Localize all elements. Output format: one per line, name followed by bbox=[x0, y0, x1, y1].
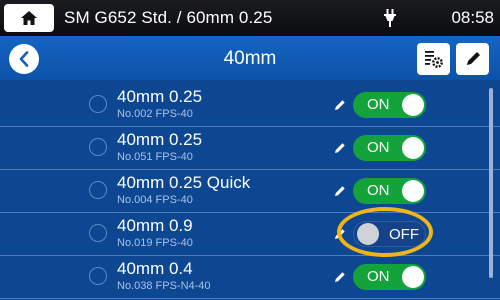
list-item[interactable]: 40mm 0.25 No.051 FPS-40 ON bbox=[0, 127, 500, 170]
edit-button[interactable] bbox=[456, 43, 489, 75]
toggle-knob bbox=[402, 266, 424, 288]
item-subtitle: No.019 FPS-40 bbox=[117, 237, 193, 249]
back-button[interactable] bbox=[9, 44, 39, 74]
item-subtitle: No.002 FPS-40 bbox=[117, 108, 193, 120]
toggle-knob bbox=[402, 94, 424, 116]
pencil-icon bbox=[467, 52, 480, 65]
status-bar: SM G652 Std. / 60mm 0.25 08:58 bbox=[0, 0, 500, 36]
header-bar: 40mm bbox=[0, 36, 500, 81]
toggle-knob bbox=[402, 180, 424, 202]
pencil-icon[interactable] bbox=[334, 271, 346, 283]
toggle-label: OFF bbox=[389, 226, 419, 243]
list-item[interactable]: 40mm 0.4 No.038 FPS-N4-40 ON bbox=[0, 256, 500, 299]
toggle-switch[interactable]: ON bbox=[353, 178, 426, 204]
plug-icon bbox=[384, 9, 396, 27]
clock: 08:58 bbox=[451, 8, 494, 27]
pencil-icon[interactable] bbox=[334, 99, 346, 111]
toggle-switch[interactable]: ON bbox=[353, 92, 426, 118]
item-name: 40mm 0.4 bbox=[117, 259, 193, 278]
list-settings-icon bbox=[425, 51, 443, 68]
item-name: 40mm 0.25 bbox=[117, 130, 203, 149]
radio-button[interactable] bbox=[89, 267, 107, 285]
chevron-left-icon bbox=[19, 51, 29, 67]
item-name: 40mm 0.9 bbox=[117, 216, 193, 235]
pencil-icon[interactable] bbox=[334, 142, 346, 154]
radio-button[interactable] bbox=[89, 224, 107, 242]
toggle-switch[interactable]: OFF bbox=[353, 221, 426, 247]
preset-list: 40mm 0.25 No.002 FPS-40 ON 40mm 0.25 No.… bbox=[0, 80, 500, 300]
toggle-knob bbox=[357, 223, 379, 245]
item-name: 40mm 0.25 bbox=[117, 87, 203, 106]
radio-button[interactable] bbox=[89, 95, 107, 113]
list-settings-button[interactable] bbox=[417, 43, 450, 75]
home-icon bbox=[21, 11, 37, 25]
pencil-icon[interactable] bbox=[334, 185, 346, 197]
toggle-label: ON bbox=[367, 182, 390, 199]
list-item[interactable]: 40mm 0.25 No.002 FPS-40 ON bbox=[0, 84, 500, 127]
item-subtitle: No.038 FPS-N4-40 bbox=[117, 280, 211, 292]
pencil-icon[interactable] bbox=[334, 228, 346, 240]
radio-button[interactable] bbox=[89, 138, 107, 156]
toggle-switch[interactable]: ON bbox=[353, 264, 426, 290]
status-title: SM G652 Std. / 60mm 0.25 bbox=[64, 8, 273, 27]
list-item[interactable]: 40mm 0.25 Quick No.004 FPS-40 ON bbox=[0, 170, 500, 213]
item-name: 40mm 0.25 Quick bbox=[117, 173, 251, 192]
item-subtitle: No.004 FPS-40 bbox=[117, 194, 193, 206]
toggle-label: ON bbox=[367, 96, 390, 113]
home-button[interactable] bbox=[4, 4, 54, 32]
scrollbar[interactable] bbox=[489, 88, 493, 278]
toggle-label: ON bbox=[367, 268, 390, 285]
list-item[interactable]: 40mm 0.9 No.019 FPS-40 OFF bbox=[0, 213, 500, 256]
radio-button[interactable] bbox=[89, 181, 107, 199]
toggle-label: ON bbox=[367, 139, 390, 156]
item-subtitle: No.051 FPS-40 bbox=[117, 151, 193, 163]
toggle-knob bbox=[402, 137, 424, 159]
toggle-switch[interactable]: ON bbox=[353, 135, 426, 161]
